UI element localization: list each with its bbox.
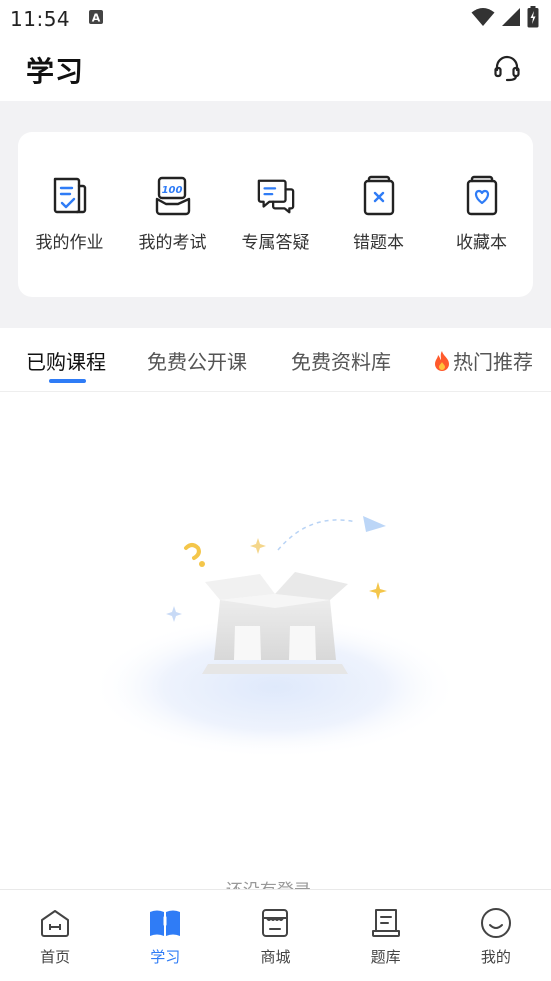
battery-icon [527, 6, 539, 32]
wrong-book-icon [359, 174, 399, 218]
profile-smile-icon [479, 906, 513, 940]
favorites-book-icon [462, 174, 502, 218]
tab-purchased-courses[interactable]: 已购课程 [26, 346, 106, 375]
nav-item-home[interactable]: 首页 [10, 890, 100, 981]
nav-label: 商城 [260, 948, 291, 966]
headset-icon [492, 53, 522, 87]
tab-label: 免费公开课 [147, 350, 247, 374]
tab-free-open-courses[interactable]: 免费公开课 [147, 346, 247, 375]
question-bank-icon [369, 906, 403, 940]
svg-text:A: A [92, 12, 101, 25]
status-time: 11:54 [10, 7, 71, 31]
customer-support-button[interactable] [489, 52, 525, 88]
page-title: 学习 [26, 54, 85, 88]
active-tab-indicator [49, 379, 86, 383]
font-a-icon: A [88, 9, 104, 29]
empty-state: 还没有登录~ [0, 392, 551, 890]
bottom-nav: 首页 学习 商城 题库 我的 [0, 889, 551, 981]
study-book-icon [148, 906, 182, 940]
empty-box-illustration [80, 502, 470, 772]
quick-action-qa[interactable]: 专属答疑 [228, 174, 324, 253]
quick-action-label: 专属答疑 [241, 233, 310, 253]
nav-label: 题库 [370, 948, 401, 966]
home-icon [38, 906, 72, 940]
quick-action-label: 我的作业 [35, 233, 104, 253]
svg-text:100: 100 [161, 185, 182, 196]
quick-actions-card: 我的作业 100 我的考试 专属答疑 错题本 收藏本 [18, 132, 533, 297]
quick-action-favorites[interactable]: 收藏本 [434, 174, 530, 253]
quick-action-wrong-book[interactable]: 错题本 [331, 174, 427, 253]
nav-label: 我的 [480, 948, 511, 966]
nav-label: 首页 [40, 948, 71, 966]
wifi-icon [471, 7, 495, 31]
tab-hot-recommend[interactable]: 热门推荐 [433, 346, 533, 375]
quick-action-label: 我的考试 [138, 233, 207, 253]
course-tabs: 已购课程 免费公开课 免费资料库 热门推荐 [0, 328, 551, 392]
quick-action-label: 收藏本 [456, 233, 507, 253]
quick-action-homework[interactable]: 我的作业 [22, 174, 118, 253]
header: 学习 [0, 38, 551, 101]
tab-label: 已购课程 [26, 350, 106, 374]
fire-icon [433, 350, 451, 372]
signal-icon [501, 7, 521, 31]
nav-item-profile[interactable]: 我的 [451, 890, 541, 981]
nav-label: 学习 [150, 948, 181, 966]
tab-free-library[interactable]: 免费资料库 [291, 346, 391, 375]
tab-label: 热门推荐 [453, 350, 533, 374]
exam-icon: 100 [153, 174, 193, 218]
homework-icon [50, 174, 90, 218]
quick-action-exam[interactable]: 100 我的考试 [125, 174, 221, 253]
status-left: 11:54 A [10, 7, 104, 31]
empty-state-text: 还没有登录~ [0, 876, 551, 890]
quick-action-label: 错题本 [353, 233, 404, 253]
status-bar: 11:54 A [0, 0, 551, 38]
shop-icon [258, 906, 292, 940]
qa-chat-icon [256, 174, 296, 218]
nav-item-study[interactable]: 学习 [120, 890, 210, 981]
nav-item-question-bank[interactable]: 题库 [341, 890, 431, 981]
tab-label: 免费资料库 [291, 350, 391, 374]
status-right [471, 6, 539, 32]
nav-item-shop[interactable]: 商城 [230, 890, 320, 981]
